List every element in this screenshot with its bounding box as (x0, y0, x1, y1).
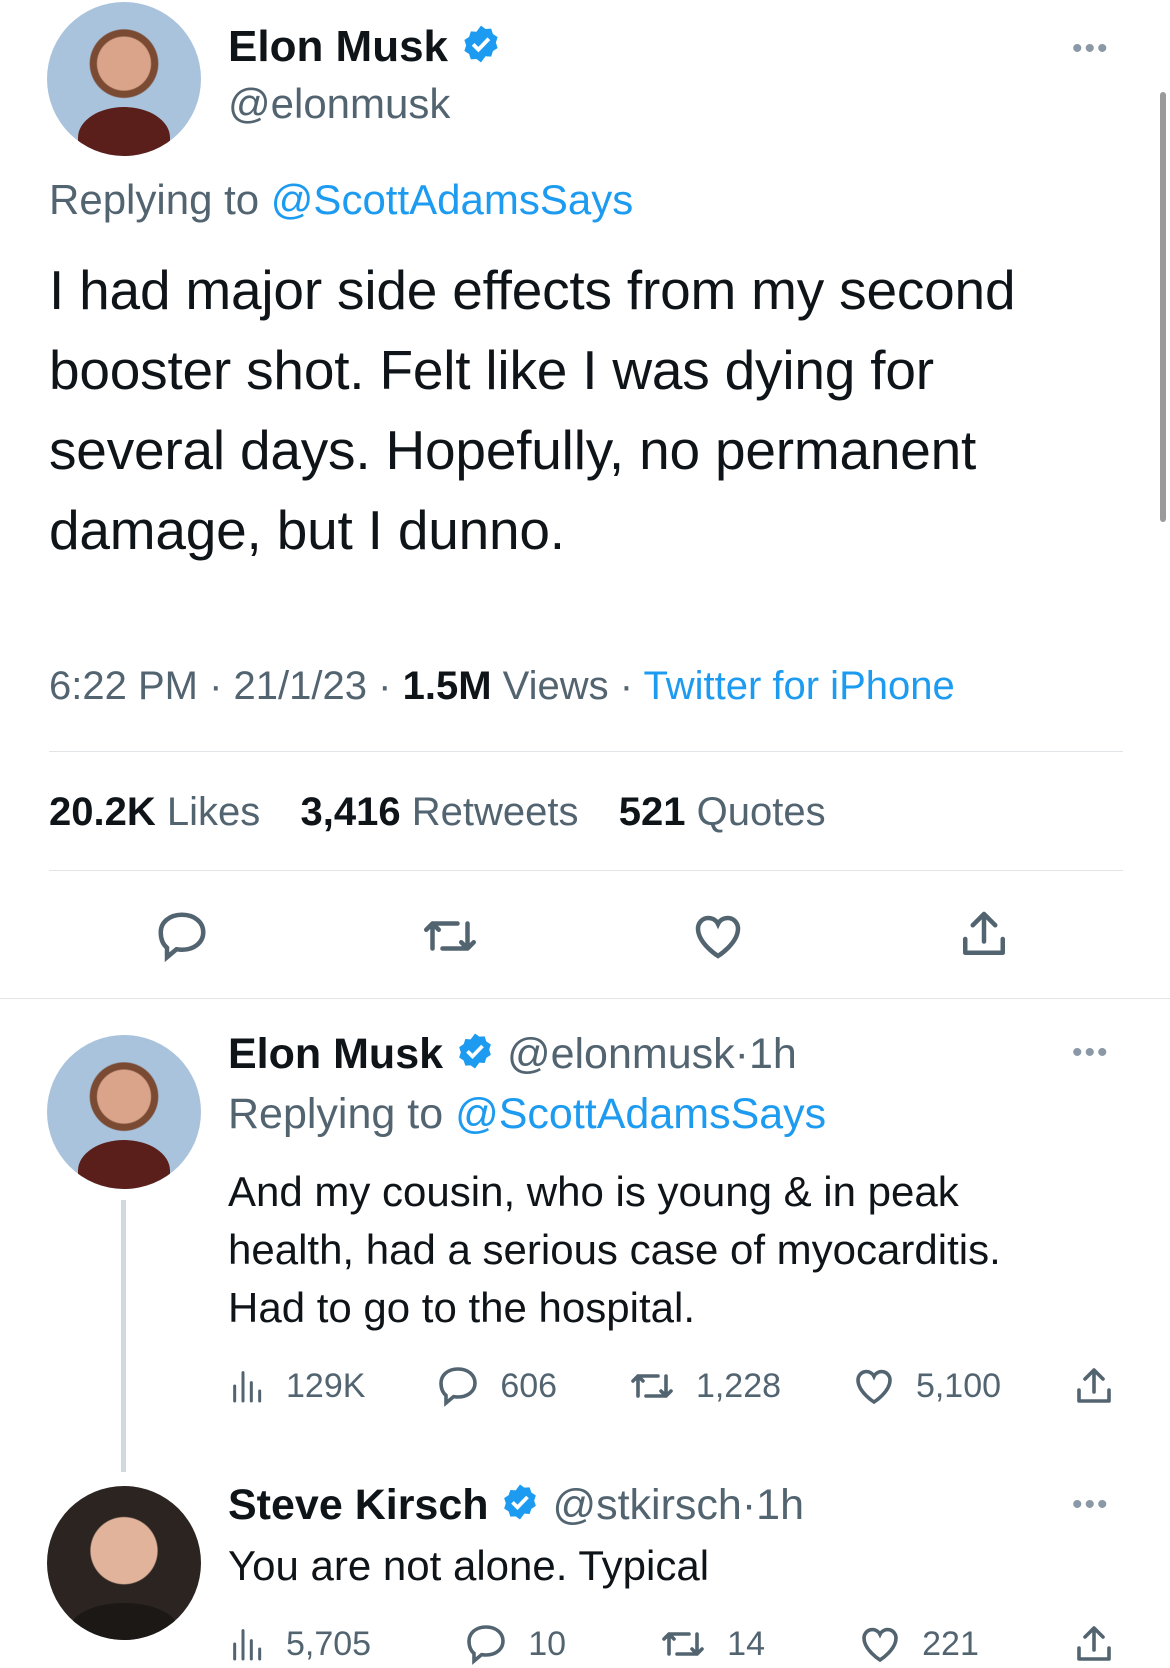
retweet-count: 14 (727, 1624, 765, 1663)
reply-text-line: And my cousin, who is young & in peak (228, 1168, 959, 1215)
replying-to-link[interactable]: @ScottAdamsSays (271, 176, 633, 223)
share-icon[interactable] (954, 904, 1014, 969)
separator: · (734, 1030, 749, 1078)
verified-badge-icon (460, 23, 502, 76)
stats-row: 20.2K Likes 3,416 Retweets 521 Quotes (49, 790, 826, 835)
replying-to-link[interactable]: @ScottAdamsSays (455, 1090, 826, 1138)
reply-text: You are not alone. Typical (228, 1542, 710, 1589)
share-button[interactable] (1070, 1362, 1118, 1410)
reply-header: Elon Musk @elonmusk·1h (228, 1030, 797, 1082)
reply-text-line: health, had a serious case of myocarditi… (228, 1226, 1001, 1273)
tweet-source[interactable]: Twitter for iPhone (643, 664, 954, 708)
scrollbar[interactable] (1160, 92, 1166, 522)
replying-to: Replying to @ScottAdamsSays (49, 176, 633, 224)
reply-text-line: Had to go to the hospital. (228, 1284, 695, 1331)
verified-badge-icon (455, 1031, 495, 1082)
reply-actions: 129K 606 1,228 5,100 (228, 1362, 1118, 1410)
retweet-count: 1,228 (695, 1366, 782, 1405)
author-name[interactable]: Elon Musk (228, 22, 448, 71)
tweet-time: 6:22 PM (49, 664, 198, 708)
reply-time[interactable]: 1h (756, 1481, 804, 1529)
views-button[interactable]: 5,705 (228, 1624, 371, 1664)
tweet-meta: 6:22 PM · 21/1/23 · 1.5M Views · Twitter… (49, 664, 955, 709)
avatar[interactable] (47, 1486, 201, 1640)
like-count: 5,100 (915, 1366, 1002, 1405)
reply-text: And my cousin, who is young & in peak he… (228, 1163, 1001, 1337)
reply-count: 606 (500, 1366, 558, 1405)
replying-label: Replying to (49, 176, 260, 223)
views-label: Views (502, 664, 609, 708)
replying-label: Replying to (228, 1090, 444, 1138)
avatar[interactable] (47, 2, 201, 156)
views-icon (233, 1629, 262, 1661)
retweet-icon (631, 1374, 673, 1398)
separator: · (619, 664, 634, 708)
reply-button[interactable]: 606 (434, 1362, 557, 1410)
share-icon (1077, 1368, 1111, 1403)
author-name[interactable]: Steve Kirsch (228, 1481, 489, 1529)
like-count: 221 (922, 1624, 979, 1663)
replying-to: Replying to @ScottAdamsSays (228, 1090, 826, 1139)
tweet-date: 21/1/23 (233, 664, 368, 708)
reply-icon (439, 1367, 478, 1407)
retweets-label: Retweets (411, 790, 579, 834)
retweet-icon[interactable] (418, 906, 482, 971)
author-handle[interactable]: @stkirsch (552, 1481, 741, 1529)
more-icon[interactable]: ••• (1072, 1490, 1110, 1520)
divider (49, 751, 1123, 752)
retweets-count: 3,416 (300, 790, 401, 834)
views-icon (233, 1371, 262, 1403)
separator: · (741, 1481, 757, 1529)
views-count: 1.5M (402, 664, 492, 708)
avatar[interactable] (47, 1035, 201, 1189)
separator: · (209, 664, 223, 708)
likes-count: 20.2K (49, 790, 156, 834)
author-name[interactable]: Elon Musk (228, 1030, 443, 1078)
verified-badge-icon (500, 1482, 540, 1533)
reply-time[interactable]: 1h (749, 1030, 797, 1078)
views-count: 129K (286, 1366, 366, 1405)
author-handle[interactable]: @elonmusk (507, 1030, 735, 1078)
views-count: 5,705 (286, 1624, 372, 1663)
author-row: Elon Musk (228, 22, 502, 76)
divider (49, 870, 1123, 871)
like-button[interactable]: 5,100 (850, 1362, 1001, 1410)
retweet-button[interactable]: 1,228 (626, 1362, 781, 1410)
divider (0, 998, 1170, 999)
likes-stat[interactable]: 20.2K Likes (49, 790, 271, 834)
like-icon[interactable] (688, 906, 748, 971)
likes-label: Likes (166, 790, 261, 834)
views-button[interactable]: 129K (228, 1366, 365, 1406)
reply-header: Steve Kirsch @stkirsch·1h (228, 1481, 804, 1533)
author-handle[interactable]: @elonmusk (228, 80, 450, 128)
tweet-text: I had major side effects from my second … (49, 259, 1016, 561)
more-icon[interactable]: ••• (1072, 1038, 1110, 1068)
quotes-label: Quotes (696, 790, 826, 834)
separator: · (378, 664, 392, 708)
reply-icon[interactable] (152, 906, 212, 971)
like-icon (856, 1369, 892, 1405)
reply-count: 10 (528, 1624, 567, 1663)
retweets-stat[interactable]: 3,416 Retweets (301, 790, 590, 834)
quotes-stat[interactable]: 521 Quotes (619, 790, 826, 834)
quotes-count: 521 (618, 790, 686, 834)
thread-line (121, 1200, 126, 1472)
more-icon[interactable]: ••• (1072, 34, 1110, 64)
